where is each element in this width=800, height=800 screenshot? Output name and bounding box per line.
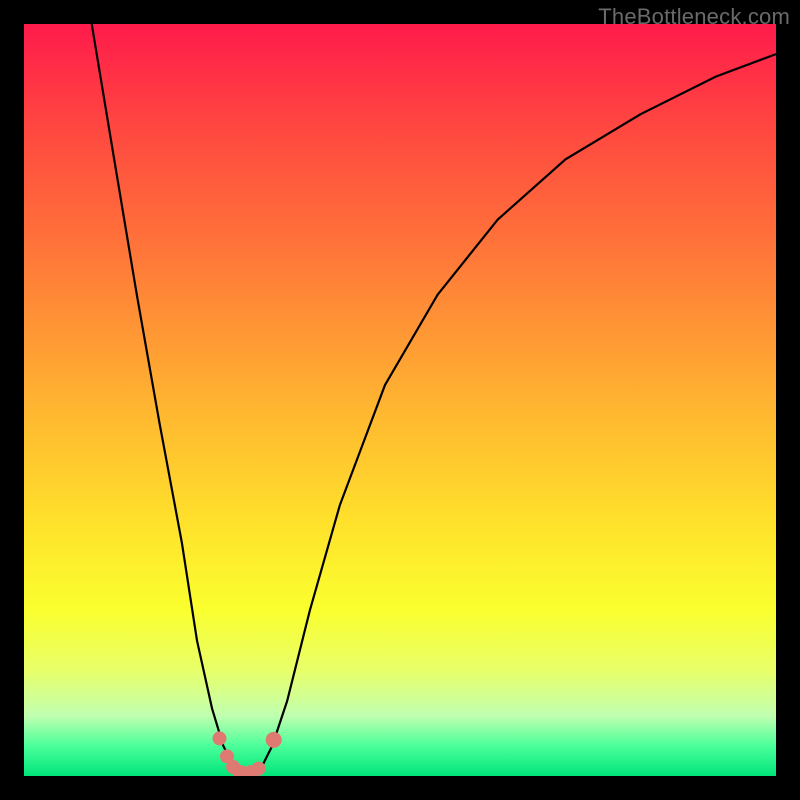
- bottleneck-curve: [24, 24, 776, 776]
- curve-path: [92, 24, 776, 774]
- watermark-text: TheBottleneck.com: [598, 4, 790, 30]
- chart-plot-area: [24, 24, 776, 776]
- marker-dot: [266, 732, 282, 748]
- marker-dot: [252, 762, 266, 776]
- marker-dot: [213, 731, 227, 745]
- marker-group: [213, 731, 282, 776]
